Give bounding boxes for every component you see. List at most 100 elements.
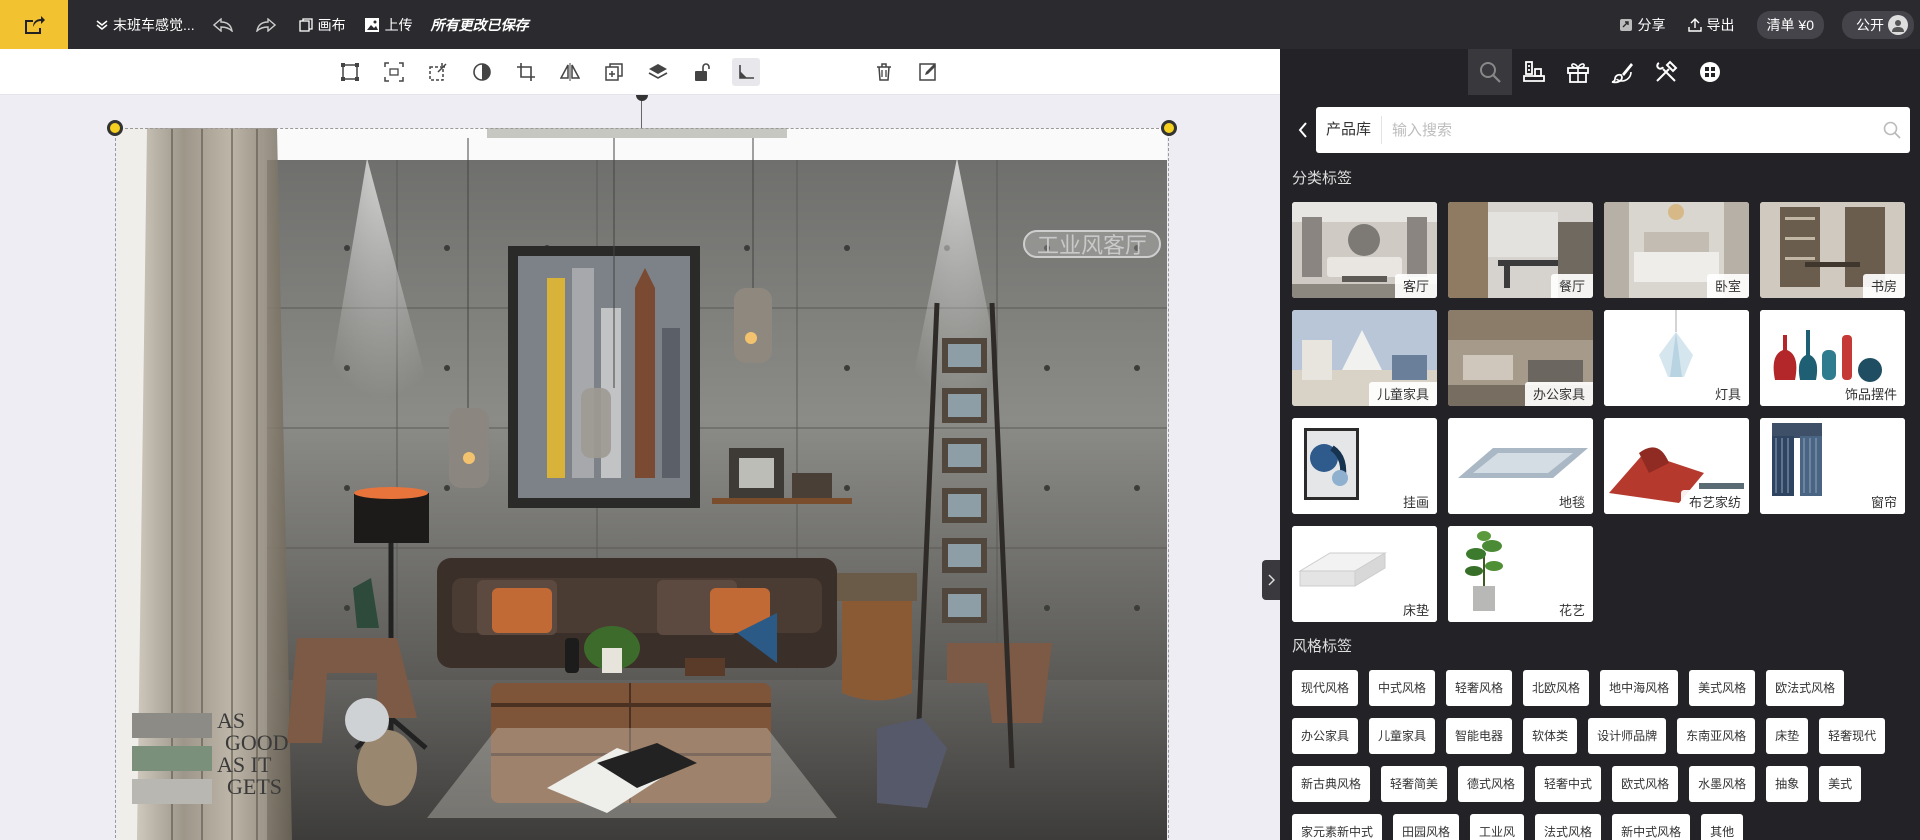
search-icon — [1480, 62, 1501, 83]
style-tag[interactable]: 地中海风格 — [1600, 670, 1679, 706]
style-tag[interactable]: 新中式风格 — [1612, 814, 1691, 840]
contrast-button[interactable] — [470, 60, 494, 84]
style-tag[interactable]: 其他 — [1701, 814, 1744, 840]
tab-search[interactable] — [1468, 49, 1512, 95]
style-tag[interactable]: 欧式风格 — [1612, 766, 1679, 802]
category-label: 窗帘 — [1862, 490, 1905, 514]
share-icon — [1619, 18, 1632, 31]
upload-label: 上传 — [384, 16, 413, 33]
category-card-dining-room[interactable]: 餐厅 — [1448, 202, 1593, 298]
style-tag[interactable]: 田园风格 — [1393, 814, 1460, 840]
category-card-office-furniture[interactable]: 办公家具 — [1448, 310, 1593, 406]
category-card-living-room[interactable]: 客厅 — [1292, 202, 1437, 298]
flip-button[interactable] — [558, 60, 582, 84]
category-card-rugs[interactable]: 地毯 — [1448, 418, 1593, 514]
style-tag[interactable]: 儿童家具 — [1369, 718, 1436, 754]
search-scope[interactable]: 产品库 — [1316, 116, 1383, 144]
export-icon — [1687, 17, 1702, 32]
tab-tools[interactable] — [1644, 49, 1688, 95]
category-label: 地毯 — [1550, 490, 1593, 514]
magic-edit-button[interactable] — [426, 60, 450, 84]
style-tag[interactable]: 东南亚风格 — [1677, 718, 1756, 754]
resize-handle-top-left[interactable] — [107, 120, 123, 136]
category-card-lighting[interactable]: 灯具 — [1604, 310, 1749, 406]
contrast-icon — [473, 63, 491, 81]
share-button[interactable]: 分享 — [1619, 15, 1666, 35]
style-tag[interactable]: 德式风格 — [1458, 766, 1525, 802]
style-tag[interactable]: 轻奢现代 — [1819, 718, 1886, 754]
category-card-bedroom[interactable]: 卧室 — [1604, 202, 1749, 298]
tools-icon — [1656, 60, 1678, 82]
export-label: 导出 — [1706, 16, 1735, 33]
style-tag[interactable]: 轻奢简美 — [1381, 766, 1448, 802]
category-card-floral[interactable]: 花艺 — [1448, 526, 1593, 622]
category-card-textiles[interactable]: 布艺家纺 — [1604, 418, 1749, 514]
project-title: 末班车感觉... — [113, 16, 195, 33]
category-card-curtains[interactable]: 窗帘 — [1760, 418, 1905, 514]
search-submit-button[interactable] — [1874, 121, 1910, 139]
chevron-down-icon — [96, 19, 108, 30]
product-panel: 产品库 分类标签 客厅 餐厅 卧室 书房 儿童家具 — [1280, 49, 1920, 840]
tab-gifts[interactable] — [1556, 49, 1600, 95]
style-tag[interactable]: 欧法式风格 — [1766, 670, 1845, 706]
tab-furniture[interactable] — [1512, 49, 1556, 95]
category-label: 床垫 — [1394, 598, 1437, 622]
cutout-button[interactable] — [382, 60, 406, 84]
resize-handle-top-right[interactable] — [1161, 120, 1177, 136]
category-card-decor[interactable]: 饰品摆件 — [1760, 310, 1905, 406]
style-tag[interactable]: 美式 — [1819, 766, 1862, 802]
tab-brush[interactable] — [1600, 49, 1644, 95]
rotate-handle[interactable] — [636, 95, 648, 101]
duplicate-button[interactable] — [602, 60, 626, 84]
canvas-button[interactable]: 画布 — [299, 15, 346, 35]
share-export-logo-button[interactable] — [0, 0, 68, 49]
style-tag[interactable]: 轻奢中式 — [1535, 766, 1602, 802]
category-card-kids-furniture[interactable]: 儿童家具 — [1292, 310, 1437, 406]
lock-button[interactable] — [690, 60, 714, 84]
style-tag[interactable]: 北欧风格 — [1523, 670, 1590, 706]
visibility-toggle[interactable]: 公开 — [1842, 10, 1914, 39]
style-tag[interactable]: 美式风格 — [1689, 670, 1756, 706]
ruler-button[interactable] — [732, 58, 760, 86]
category-label: 花艺 — [1550, 598, 1593, 622]
top-bar: 末班车感觉... 画布 上传 所有更改已保存 分享 导出 清单 ¥0 公开 — [0, 0, 1920, 49]
cart-list-button[interactable]: 清单 ¥0 — [1756, 10, 1824, 39]
project-title-dropdown[interactable]: 末班车感觉... — [96, 15, 195, 35]
delete-button[interactable] — [872, 60, 896, 84]
style-tag[interactable]: 新古典风格 — [1292, 766, 1371, 802]
style-tag[interactable]: 办公家具 — [1292, 718, 1359, 754]
style-tag[interactable]: 现代风格 — [1292, 670, 1359, 706]
style-tag[interactable]: 中式风格 — [1369, 670, 1436, 706]
redo-button[interactable] — [255, 17, 281, 32]
category-card-wall-art[interactable]: 挂画 — [1292, 418, 1437, 514]
category-card-study[interactable]: 书房 — [1760, 202, 1905, 298]
search-input[interactable] — [1382, 121, 1874, 139]
edit-note-button[interactable] — [916, 60, 940, 84]
crop-button[interactable] — [514, 60, 538, 84]
design-canvas[interactable]: AS GOOD AS IT GETS 工业风客厅 — [0, 95, 1280, 840]
style-tag[interactable]: 家元素新中式 — [1292, 814, 1383, 840]
svg-text:GETS: GETS — [227, 774, 282, 799]
style-tag[interactable]: 法式风格 — [1535, 814, 1602, 840]
tab-plugins[interactable] — [1688, 49, 1732, 95]
undo-button[interactable] — [212, 17, 238, 32]
style-tag[interactable]: 智能电器 — [1446, 718, 1513, 754]
upload-button[interactable]: 上传 — [364, 15, 413, 35]
style-tag[interactable]: 设计师品牌 — [1588, 718, 1667, 754]
crop-icon — [517, 63, 535, 81]
transform-button[interactable] — [338, 60, 362, 84]
style-tag[interactable]: 抽象 — [1766, 766, 1809, 802]
search-row: 产品库 — [1290, 107, 1910, 153]
style-tag[interactable]: 水墨风格 — [1689, 766, 1756, 802]
style-tag[interactable]: 轻奢风格 — [1446, 670, 1513, 706]
style-tag[interactable]: 床垫 — [1766, 718, 1809, 754]
style-tag[interactable]: 工业风 — [1470, 814, 1525, 840]
export-button[interactable]: 导出 — [1687, 15, 1735, 35]
style-tag[interactable]: 软体类 — [1523, 718, 1578, 754]
moodboard-image[interactable]: AS GOOD AS IT GETS — [117, 128, 1167, 840]
category-card-mattress[interactable]: 床垫 — [1292, 526, 1437, 622]
category-label: 布艺家纺 — [1680, 490, 1749, 514]
layers-button[interactable] — [646, 60, 670, 84]
collapse-panel-button[interactable] — [1262, 560, 1280, 600]
back-button[interactable] — [1290, 122, 1316, 138]
